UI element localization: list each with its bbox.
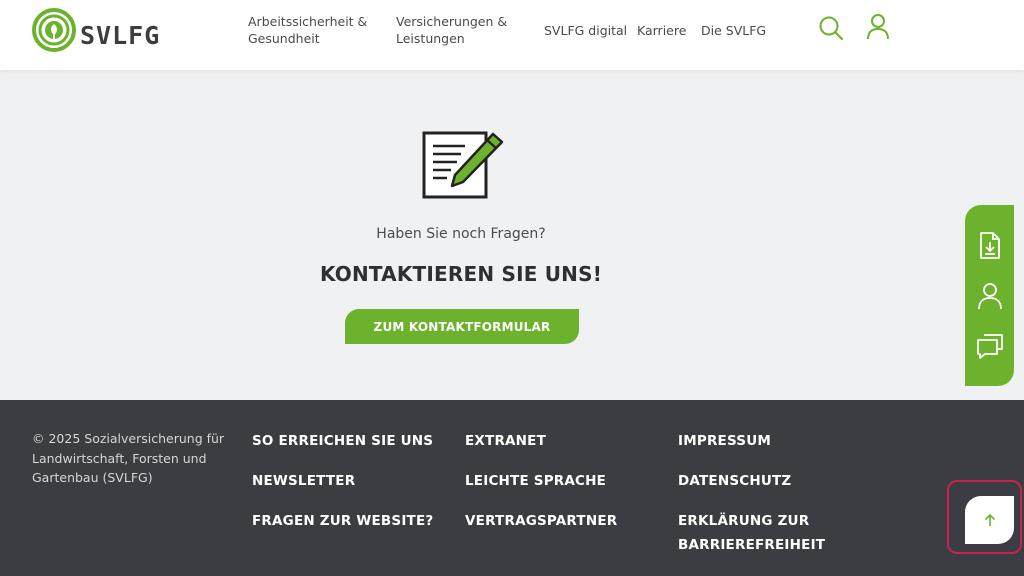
nav-label-line2: Leistungen	[396, 31, 465, 46]
contact-person-icon[interactable]	[977, 282, 1003, 314]
back-to-top-button[interactable]	[965, 496, 1014, 544]
site-footer: © 2025 Sozialversicherung für Landwirtsc…	[0, 400, 1024, 576]
copyright-text: © 2025 Sozialversicherung für Landwirtsc…	[32, 431, 225, 485]
user-account-icon[interactable]	[866, 13, 890, 45]
download-document-icon[interactable]	[978, 231, 1002, 265]
footer-link-datenschutz[interactable]: DATENSCHUTZ	[678, 469, 791, 493]
nav-label-line1: Versicherungen &	[396, 14, 508, 29]
nav-arbeitssicherheit[interactable]: Arbeitssicherheit & Gesundheit	[248, 13, 367, 47]
contact-form-button-label: ZUM KONTAKTFORMULAR	[373, 319, 551, 334]
nav-versicherungen[interactable]: Versicherungen & Leistungen	[396, 13, 507, 47]
footer-link-so-erreichen[interactable]: SO ERREICHEN SIE UNS	[252, 429, 433, 453]
nav-karriere[interactable]: Karriere	[637, 22, 686, 39]
side-quick-panel	[965, 205, 1014, 386]
arrow-up-icon	[984, 513, 995, 526]
footer-link-extranet[interactable]: EXTRANET	[465, 429, 546, 453]
footer-link-newsletter[interactable]: NEWSLETTER	[252, 469, 355, 493]
site-header: SVLFG Arbeitssicherheit & Gesundheit Ver…	[0, 0, 1024, 70]
footer-link-vertragspartner[interactable]: VERTRAGSPARTNER	[465, 509, 617, 533]
nav-label-line1: Arbeitssicherheit &	[248, 14, 368, 29]
question-text: Haben Sie noch Fragen?	[376, 226, 546, 242]
footer-link-impressum[interactable]: IMPRESSUM	[678, 429, 771, 453]
nav-die-svlfg[interactable]: Die SVLFG	[701, 22, 766, 39]
contact-headline: KONTAKTIEREN SIE UNS!	[319, 262, 603, 286]
document-edit-icon	[421, 130, 505, 204]
chat-icon[interactable]	[976, 332, 1004, 364]
footer-link-fragen-website[interactable]: FRAGEN ZUR WEBSITE?	[252, 509, 433, 533]
footer-link-barrierefreiheit[interactable]: ERKLÄRUNG ZUR BARRIEREFREIHEIT	[678, 509, 828, 557]
nav-label-line2: Gesundheit	[248, 31, 320, 46]
logo-emblem-icon	[32, 8, 76, 52]
nav-label: Karriere	[637, 23, 687, 38]
logo-text: SVLFG	[80, 20, 161, 50]
nav-label: Die SVLFG	[701, 23, 767, 38]
nav-label: SVLFG digital	[544, 23, 628, 38]
search-icon[interactable]	[818, 15, 844, 45]
footer-link-leichte-sprache[interactable]: LEICHTE SPRACHE	[465, 469, 606, 493]
contact-form-button[interactable]: ZUM KONTAKTFORMULAR	[345, 309, 579, 344]
nav-svlfg-digital[interactable]: SVLFG digital	[544, 22, 627, 39]
svlfg-logo[interactable]: SVLFG	[32, 8, 160, 52]
